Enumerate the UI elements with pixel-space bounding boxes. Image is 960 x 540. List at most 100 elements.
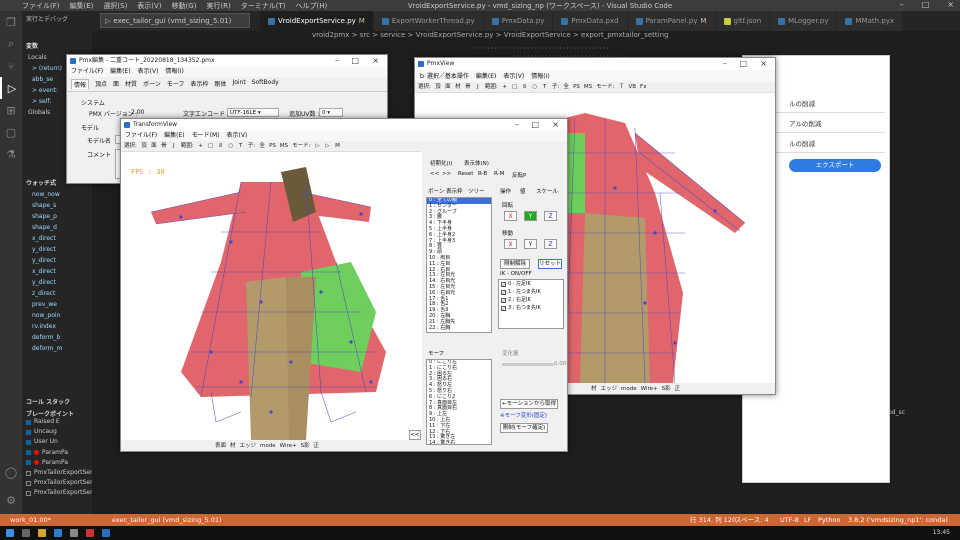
watch-item[interactable]: x_direct xyxy=(22,233,92,244)
status-language[interactable]: Python xyxy=(818,514,841,526)
taskbar-app-icon[interactable] xyxy=(102,529,110,537)
morph-slider[interactable] xyxy=(502,363,554,366)
pmxview-toolbar-item[interactable]: + xyxy=(502,82,508,92)
remote-icon[interactable]: ▢ xyxy=(0,121,22,143)
close-icon[interactable]: × xyxy=(372,55,379,67)
pmxview-toolbar-item[interactable]: 頂 xyxy=(435,82,441,92)
pmxview-bottom-item[interactable]: S影 xyxy=(662,384,671,394)
menu-view[interactable]: 表示(V) xyxy=(226,131,247,141)
extensions-icon[interactable]: ⊞ xyxy=(0,99,22,121)
transformview-toolbar-item[interactable]: MS xyxy=(280,141,288,151)
pmxview-toolbar-item[interactable]: 骨 xyxy=(465,82,471,92)
pmx-tab[interactable]: 剛体 xyxy=(214,79,226,89)
pmx-tab[interactable]: 表示枠 xyxy=(190,79,208,89)
display-body-button[interactable]: 表示体(N) xyxy=(464,159,489,167)
breakpoint-checkbox[interactable] xyxy=(26,450,31,456)
watch-item[interactable]: prev_we xyxy=(22,299,92,310)
editor-tab[interactable]: ExportWorkerThread.py xyxy=(373,11,484,31)
watch-item[interactable]: shape_d xyxy=(22,222,92,233)
transformview-bottom-item[interactable]: 材 xyxy=(230,441,236,451)
tab-operation[interactable]: 操作 xyxy=(500,187,511,195)
transformview-viewport[interactable]: FPS : 30 xyxy=(121,152,422,440)
breakpoint-item[interactable]: User Un xyxy=(22,437,92,447)
pmxview-toolbar-item[interactable]: 子: xyxy=(552,82,559,92)
status-spaces[interactable]: スペース: 4 xyxy=(735,514,769,526)
transformview-toolbar-item[interactable]: ○ xyxy=(228,141,234,151)
taskbar-app-icon[interactable] xyxy=(22,529,30,537)
minimize-icon[interactable]: – xyxy=(900,0,904,9)
transformview-toolbar-item[interactable]: 全 xyxy=(259,141,265,151)
watch-item[interactable]: deform_b xyxy=(22,332,92,343)
menu-edit[interactable]: 編集(E) xyxy=(164,131,184,141)
pmx-tab[interactable]: Joint xyxy=(232,79,245,89)
pmxview-toolbar-item[interactable]: 全 xyxy=(563,82,569,92)
breakpoint-item[interactable]: PmxTailorExportService.py pmx_tailor • s… xyxy=(22,488,92,498)
watch-item[interactable]: shape_p xyxy=(22,211,92,222)
tab-tree[interactable]: ツリー xyxy=(468,187,485,195)
pmxview-toolbar-item[interactable]: Fx xyxy=(640,82,646,92)
breakpoint-checkbox[interactable] xyxy=(26,439,31,445)
rotate-z-button[interactable]: Z xyxy=(544,211,557,221)
transformview-toolbar-item[interactable]: ▷ xyxy=(325,141,331,151)
transformview-toolbar-item[interactable]: PS xyxy=(269,141,276,151)
pmxview-bottom-item[interactable]: 材 xyxy=(591,384,597,394)
maximize-icon[interactable]: □ xyxy=(922,0,930,9)
minimize-icon[interactable]: – xyxy=(723,58,727,70)
editor-tab[interactable]: MLogger.py xyxy=(770,11,838,31)
move-y-button[interactable]: Y xyxy=(524,239,537,249)
menu-file[interactable]: ファイル(F) xyxy=(125,131,157,141)
pmxview-toolbar-item[interactable]: J xyxy=(475,82,481,92)
watch-item[interactable]: deform_m xyxy=(22,343,92,354)
close-icon[interactable]: × xyxy=(552,119,559,131)
pmx-tab[interactable]: ボーン xyxy=(143,79,161,89)
rotate-x-button[interactable]: X xyxy=(504,211,517,221)
test-icon[interactable]: ⚗ xyxy=(0,143,22,165)
watch-item[interactable]: shape_s xyxy=(22,200,92,211)
transformview-bottom-item[interactable]: エッジ xyxy=(240,441,257,451)
pmx-tab[interactable]: 頂点 xyxy=(95,79,107,89)
pmxview-bottom-item[interactable]: エッジ xyxy=(601,384,618,394)
transformview-toolbar-item[interactable]: ▷ xyxy=(315,141,321,151)
breakpoint-item[interactable]: Uncaug xyxy=(22,427,92,437)
breadcrumb[interactable]: vroid2pmx > src > service > VroidExportS… xyxy=(312,31,668,43)
ik-checkbox[interactable]: ✓ xyxy=(501,281,506,287)
ik-item[interactable]: ✓ 1 : 左つま先IK xyxy=(499,288,563,296)
menu-mode[interactable]: モード(M) xyxy=(192,131,220,141)
pmx-tab[interactable]: 面 xyxy=(113,79,119,89)
pmxview-toolbar-item[interactable]: PS xyxy=(573,82,580,92)
ik-item[interactable]: ✓ 2 : 右足IK xyxy=(499,296,563,304)
menu-info[interactable]: 情報(I) xyxy=(531,72,549,82)
transformview-bottom-item[interactable]: 正 xyxy=(314,441,320,451)
transformview-bottom-item[interactable]: Wire+ xyxy=(280,441,297,451)
breakpoint-item[interactable]: PmxTailorExportService.py pmx_tailor • s… xyxy=(22,478,92,488)
breakpoint-checkbox[interactable] xyxy=(26,419,31,425)
maximize-icon[interactable]: □ xyxy=(739,58,747,70)
nav-next-button[interactable]: >> xyxy=(442,171,451,177)
pmxview-toolbar-item[interactable]: T xyxy=(542,82,548,92)
watch-item[interactable]: y_direct xyxy=(22,255,92,266)
pmxview-bottom-item[interactable]: 正 xyxy=(675,384,681,394)
tab-value[interactable]: 値 xyxy=(520,187,526,195)
pmxview-toolbar-item[interactable]: VB xyxy=(629,82,637,92)
maximize-icon[interactable]: □ xyxy=(531,119,539,131)
start-debug-icon[interactable]: ▷ xyxy=(105,17,110,25)
get-from-motion-button[interactable]: ←モーションから取得 xyxy=(500,399,558,409)
pmxview-toolbar-item[interactable]: □ xyxy=(512,82,518,92)
pmx-tab[interactable]: 材質 xyxy=(125,79,137,89)
morph-commit-button[interactable]: 剛制(モーフ確定) xyxy=(500,423,548,433)
clear-constraint-button[interactable]: 剛制解除 xyxy=(500,259,530,269)
tab-display-frame[interactable]: 表示枠 xyxy=(446,187,463,195)
status-debug[interactable]: exec_tailor_gui (vmd_sizing_5.01) xyxy=(112,514,222,526)
pmxview-toolbar-item[interactable]: モード: xyxy=(596,82,614,92)
pmxview-toolbar-item[interactable]: 選択: xyxy=(418,82,431,92)
init-button[interactable]: 初期化(I) xyxy=(430,159,452,167)
tab-scale[interactable]: スケール xyxy=(536,187,558,195)
pmxview-bottom-item[interactable]: mode xyxy=(621,384,637,394)
pmx-tab[interactable]: SoftBody xyxy=(252,79,279,89)
editor-tab[interactable]: gltf.json xyxy=(715,11,771,31)
minimize-icon[interactable]: – xyxy=(335,55,339,67)
transformview-toolbar-item[interactable]: δ xyxy=(218,141,224,151)
transformview-toolbar-item[interactable]: M xyxy=(335,141,341,151)
taskbar-app-icon[interactable] xyxy=(38,529,46,537)
rotate-y-button[interactable]: Y xyxy=(524,211,537,221)
